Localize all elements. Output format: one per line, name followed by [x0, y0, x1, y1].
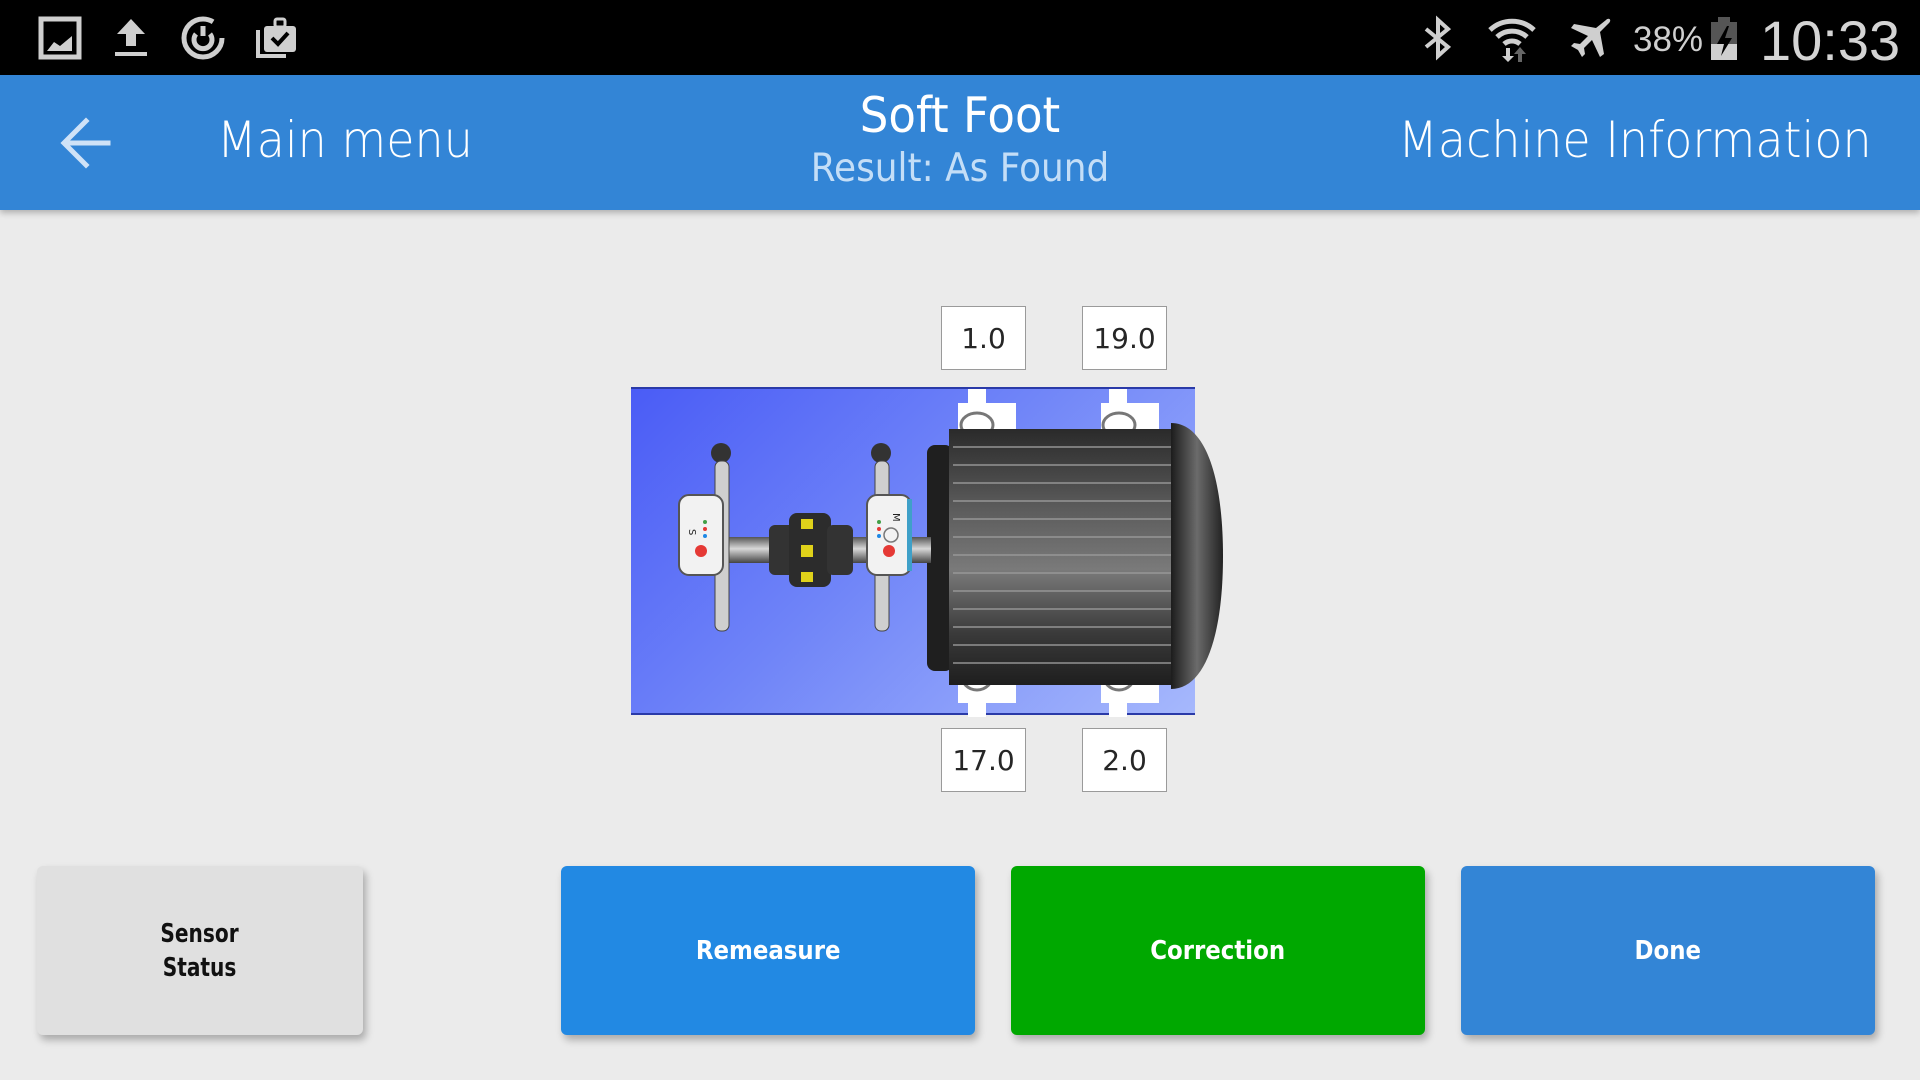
sensor-m: M: [866, 443, 912, 632]
motor: [927, 423, 1223, 689]
gallery-icon: [36, 14, 84, 62]
page-subtitle: Result: As Found: [810, 146, 1110, 191]
clock: 10:33: [1760, 9, 1901, 72]
sensor-s-label: S: [686, 529, 697, 535]
main-menu-link[interactable]: Main menu: [217, 111, 473, 169]
sensor-status-button[interactable]: Sensor Status: [37, 866, 363, 1035]
machine-information-link[interactable]: Machine Information: [1399, 111, 1872, 169]
title-block: Soft Foot Result: As Found: [660, 87, 1260, 191]
foot-value-rear-bottom: 2.0: [1082, 728, 1167, 792]
correction-label: Correction: [1150, 935, 1286, 966]
airplane-mode-icon: [1566, 14, 1614, 62]
correction-button[interactable]: Correction: [1011, 866, 1425, 1035]
sensor-m-label: M: [890, 513, 901, 522]
upload-icon: [107, 14, 155, 62]
foot-value-front-bottom: 17.0: [941, 728, 1026, 792]
back-button[interactable]: [50, 107, 122, 179]
sensor-s: S: [678, 443, 731, 632]
arrow-left-icon: [60, 117, 111, 169]
done-button[interactable]: Done: [1461, 866, 1875, 1035]
foot-value-rear-top: 19.0: [1082, 306, 1167, 370]
app-header: Main menu Soft Foot Result: As Found Mac…: [0, 75, 1920, 210]
remeasure-button[interactable]: Remeasure: [561, 866, 975, 1035]
foot-value-front-top: 1.0: [941, 306, 1026, 370]
sync-power-icon: [179, 14, 227, 62]
bluetooth-icon: [1414, 14, 1462, 62]
done-label: Done: [1634, 935, 1702, 966]
sensor-status-label-line1: Sensor: [160, 918, 240, 949]
machine-diagram: S M: [631, 387, 1223, 717]
briefcase-check-icon: [252, 14, 300, 62]
remeasure-label: Remeasure: [695, 935, 841, 966]
battery-percentage: 38%: [1633, 20, 1704, 59]
wifi-icon: [1486, 14, 1538, 62]
page-title: Soft Foot: [859, 87, 1061, 144]
battery-charging-icon: [1708, 14, 1740, 62]
coupling: [769, 513, 853, 587]
sensor-status-label-line2: Status: [163, 952, 237, 983]
status-bar: 38% 10:33: [0, 0, 1920, 75]
